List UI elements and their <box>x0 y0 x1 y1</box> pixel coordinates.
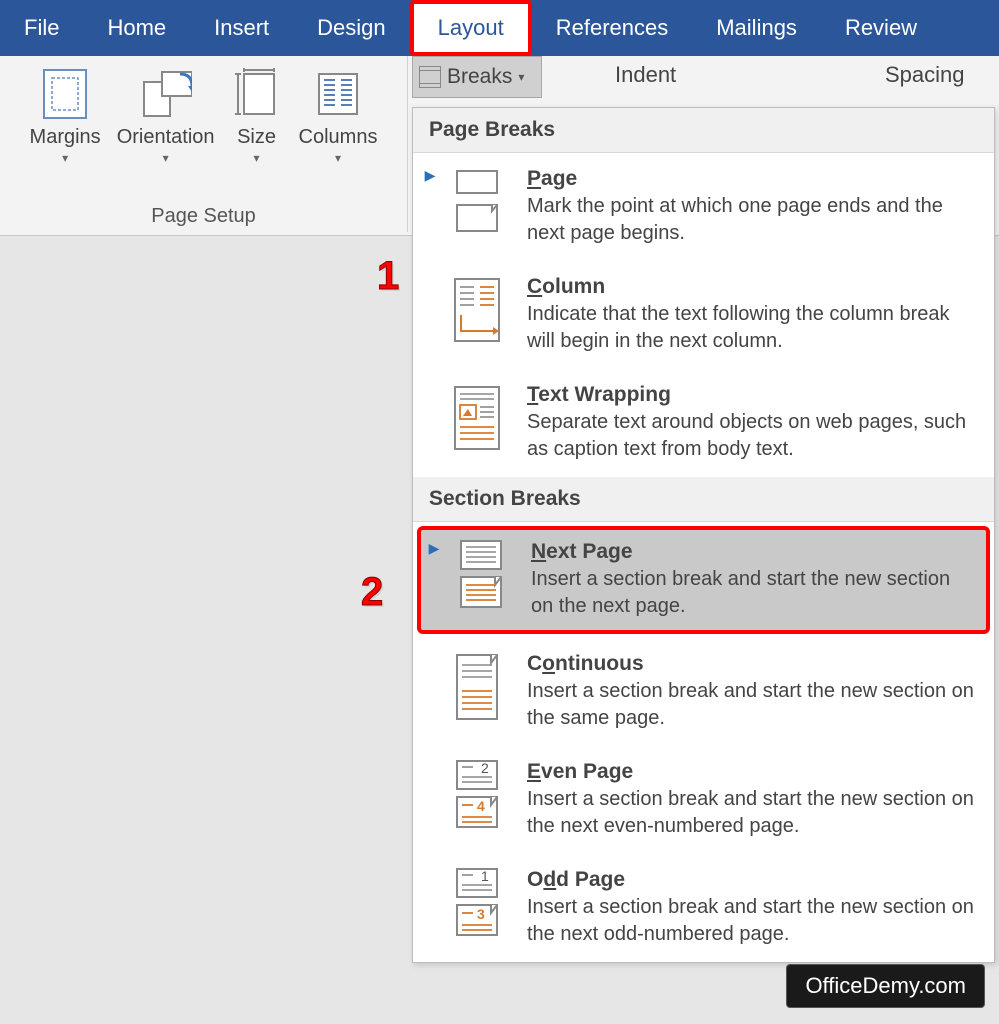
size-button[interactable]: Size ▾ <box>223 60 291 165</box>
breaks-dropdown: Page Breaks ▶ Page Mark the point at whi… <box>412 107 995 963</box>
page-setup-group-label: Page Setup <box>151 205 256 232</box>
page-setup-group: Margins ▾ Orientation ▾ Size ▾ <box>0 56 408 232</box>
margins-label: Margins <box>30 126 101 149</box>
text-wrapping-icon <box>445 383 509 453</box>
orientation-caret: ▾ <box>163 151 169 165</box>
even-page-icon: 24 <box>445 760 509 830</box>
svg-text:4: 4 <box>477 798 485 814</box>
tab-design[interactable]: Design <box>293 0 409 56</box>
column-break-icon <box>445 275 509 345</box>
page-desc: Mark the point at which one page ends an… <box>527 193 980 247</box>
svg-text:1: 1 <box>481 868 489 884</box>
page-break-icon <box>445 167 509 237</box>
breaks-caret-icon: ▾ <box>518 70 524 84</box>
continuous-icon <box>445 652 509 722</box>
svg-text:3: 3 <box>477 906 485 922</box>
tab-file[interactable]: File <box>0 0 83 56</box>
margins-caret: ▾ <box>62 151 68 165</box>
annotation-1: 1 <box>377 254 399 299</box>
column-desc: Indicate that the text following the col… <box>527 301 980 355</box>
even-page-desc: Insert a section break and start the new… <box>527 786 980 840</box>
current-marker-icon: ▶ <box>423 167 437 184</box>
menu-item-text-wrapping[interactable]: Text Wrapping Separate text around objec… <box>413 369 994 477</box>
menu-item-odd-page[interactable]: 13 Odd Page Insert a section break and s… <box>413 854 994 962</box>
indent-label: Indent <box>615 62 885 88</box>
page-title: age <box>541 167 577 190</box>
continuous-desc: Insert a section break and start the new… <box>527 678 980 732</box>
margins-icon <box>39 66 91 122</box>
menu-item-next-page[interactable]: ▶ Next Page Insert a section break and s… <box>417 526 990 634</box>
tab-insert[interactable]: Insert <box>190 0 293 56</box>
size-caret: ▾ <box>254 151 260 165</box>
watermark: OfficeDemy.com <box>786 964 985 1008</box>
orientation-icon <box>140 66 192 122</box>
size-icon <box>231 66 283 122</box>
next-page-desc: Insert a section break and start the new… <box>531 566 976 620</box>
menu-item-even-page[interactable]: 24 Even Page Insert a section break and … <box>413 746 994 854</box>
menu-item-continuous[interactable]: Continuous Insert a section break and st… <box>413 638 994 746</box>
spacing-label: Spacing <box>885 62 965 88</box>
text-wrapping-desc: Separate text around objects on web page… <box>527 409 980 463</box>
tab-layout[interactable]: Layout <box>410 0 532 56</box>
menu-item-page[interactable]: ▶ Page Mark the point at which one page … <box>413 153 994 261</box>
ribbon-right-header: Indent Spacing <box>615 56 999 104</box>
annotation-2: 2 <box>361 570 383 615</box>
odd-page-icon: 13 <box>445 868 509 938</box>
next-page-icon <box>449 540 513 610</box>
breaks-button-label: Breaks <box>447 65 512 89</box>
orientation-button[interactable]: Orientation ▾ <box>109 60 223 165</box>
orientation-label: Orientation <box>117 126 215 149</box>
page-breaks-header: Page Breaks <box>413 108 994 153</box>
columns-caret: ▾ <box>335 151 341 165</box>
tab-review[interactable]: Review <box>821 0 941 56</box>
size-label: Size <box>237 126 276 149</box>
tab-references[interactable]: References <box>532 0 693 56</box>
columns-icon <box>312 66 364 122</box>
tab-home[interactable]: Home <box>83 0 190 56</box>
breaks-button[interactable]: Breaks ▾ <box>412 56 542 98</box>
odd-page-desc: Insert a section break and start the new… <box>527 894 980 948</box>
hover-marker-icon: ▶ <box>427 540 441 557</box>
section-breaks-header: Section Breaks <box>413 477 994 522</box>
svg-text:2: 2 <box>481 760 489 776</box>
columns-label: Columns <box>299 126 378 149</box>
menu-item-column[interactable]: Column Indicate that the text following … <box>413 261 994 369</box>
tab-mailings[interactable]: Mailings <box>692 0 821 56</box>
columns-button[interactable]: Columns ▾ <box>291 60 386 165</box>
ribbon-tabs: File Home Insert Design Layout Reference… <box>0 0 999 56</box>
margins-button[interactable]: Margins ▾ <box>22 60 109 165</box>
breaks-icon <box>419 66 441 88</box>
